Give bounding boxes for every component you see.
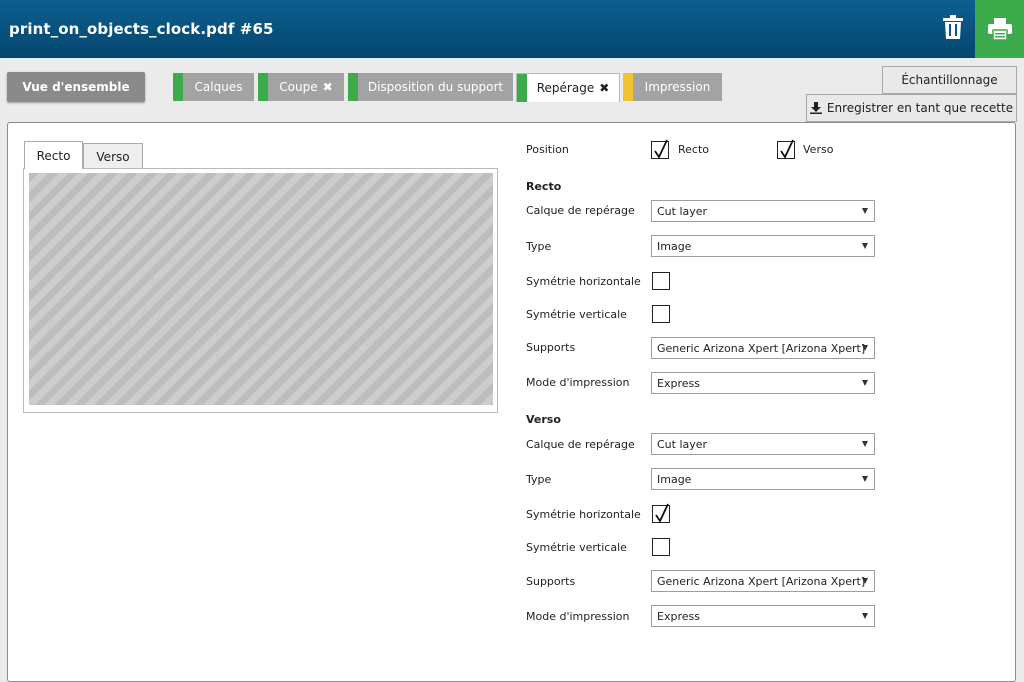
back-type-select[interactable]: Image <box>651 468 875 490</box>
tab-media-layout[interactable]: Disposition du support <box>348 73 513 101</box>
back-mode-select[interactable]: Express <box>651 605 875 627</box>
status-warning-indicator <box>623 73 633 101</box>
chevron-down-icon <box>862 243 868 249</box>
front-vflip-checkbox[interactable] <box>652 305 670 323</box>
front-media-select[interactable]: Generic Arizona Xpert [Arizona Xpert] <box>651 337 875 359</box>
front-mode-value: Express <box>657 376 700 390</box>
back-section-heading: Verso <box>526 413 561 426</box>
sampling-button-label: Échantillonnage <box>901 73 998 87</box>
checkmark-icon <box>654 139 668 159</box>
back-media-label: Supports <box>526 575 576 588</box>
save-recipe-label: Enregistrer en tant que recette <box>826 101 1014 115</box>
save-recipe-button[interactable]: Enregistrer en tant que recette <box>806 94 1017 122</box>
back-hflip-label: Symétrie horizontale <box>526 508 641 521</box>
status-ok-indicator <box>173 73 183 101</box>
trash-icon <box>943 15 963 39</box>
tab-registration-label: Repérage <box>536 81 595 95</box>
front-registration-layer-select[interactable]: Cut layer <box>651 200 875 222</box>
job-title: print_on_objects_clock.pdf #65 <box>9 20 274 38</box>
front-vflip-label: Symétrie verticale <box>526 308 627 321</box>
sampling-button[interactable]: Échantillonnage <box>882 66 1017 94</box>
chevron-down-icon <box>862 441 868 447</box>
printer-icon <box>987 18 1012 40</box>
back-hflip-checkbox[interactable] <box>652 503 670 523</box>
chevron-down-icon <box>862 208 868 214</box>
checkmark-icon <box>780 139 794 159</box>
checkmark-icon <box>655 503 669 523</box>
front-media-value: Generic Arizona Xpert [Arizona Xpert] <box>657 341 866 355</box>
chevron-down-icon <box>862 613 868 619</box>
position-back-label: Verso <box>803 143 834 156</box>
tab-overview-label: Vue d'ensemble <box>22 80 130 94</box>
download-icon <box>809 102 822 114</box>
close-icon: ✖ <box>599 81 610 95</box>
back-mode-label: Mode d'impression <box>526 610 630 623</box>
back-vflip-checkbox[interactable] <box>652 538 670 556</box>
front-registration-layer-value: Cut layer <box>657 204 708 218</box>
back-media-select[interactable]: Generic Arizona Xpert [Arizona Xpert] <box>651 570 875 592</box>
tab-cut-label: Coupe <box>279 80 318 94</box>
status-ok-indicator <box>517 74 527 102</box>
back-registration-layer-label: Calque de repérage <box>526 438 635 451</box>
cut-contours <box>45 260 404 374</box>
preview-tab-front-label: Recto <box>36 148 71 163</box>
back-registration-layer-select[interactable]: Cut layer <box>651 433 875 455</box>
tab-cut[interactable]: Coupe ✖ <box>258 73 344 101</box>
tab-overview[interactable]: Vue d'ensemble <box>7 72 145 102</box>
back-vflip-label: Symétrie verticale <box>526 541 627 554</box>
tab-registration[interactable]: Repérage ✖ <box>516 73 620 102</box>
front-hflip-label: Symétrie horizontale <box>526 275 641 288</box>
chevron-down-icon <box>862 345 868 351</box>
front-section-heading: Recto <box>526 180 562 193</box>
front-type-value: Image <box>657 239 692 253</box>
chevron-down-icon <box>862 380 868 386</box>
position-front-checkbox[interactable] <box>651 139 669 159</box>
print-button[interactable] <box>975 0 1024 58</box>
delete-button[interactable] <box>936 10 970 44</box>
front-hflip-checkbox[interactable] <box>652 272 670 290</box>
close-icon: ✖ <box>322 80 333 94</box>
tab-layers[interactable]: Calques <box>173 73 254 101</box>
chevron-down-icon <box>862 476 868 482</box>
position-label: Position <box>526 143 569 156</box>
position-back-checkbox[interactable] <box>777 139 795 159</box>
tab-media-layout-label: Disposition du support <box>367 80 504 94</box>
front-mode-select[interactable]: Express <box>651 372 875 394</box>
tab-layers-label: Calques <box>194 80 243 94</box>
back-type-value: Image <box>657 472 692 486</box>
back-mode-value: Express <box>657 609 700 623</box>
tab-print-label: Impression <box>644 80 711 94</box>
position-front-label: Recto <box>678 143 710 156</box>
preview-canvas <box>29 173 493 405</box>
back-type-label: Type <box>526 473 552 486</box>
back-media-value: Generic Arizona Xpert [Arizona Xpert] <box>657 574 866 588</box>
front-type-select[interactable]: Image <box>651 235 875 257</box>
status-ok-indicator <box>348 73 358 101</box>
preview-tab-front[interactable]: Recto <box>24 141 83 169</box>
preview-tab-back[interactable]: Verso <box>83 143 143 170</box>
back-registration-layer-value: Cut layer <box>657 437 708 451</box>
front-type-label: Type <box>526 240 552 253</box>
status-ok-indicator <box>258 73 268 101</box>
front-registration-layer-label: Calque de repérage <box>526 204 635 217</box>
app-header: print_on_objects_clock.pdf #65 <box>0 0 1024 58</box>
tab-print[interactable]: Impression <box>623 73 722 101</box>
preview-tab-back-label: Verso <box>96 149 130 164</box>
front-media-label: Supports <box>526 341 576 354</box>
chevron-down-icon <box>862 578 868 584</box>
front-mode-label: Mode d'impression <box>526 376 630 389</box>
